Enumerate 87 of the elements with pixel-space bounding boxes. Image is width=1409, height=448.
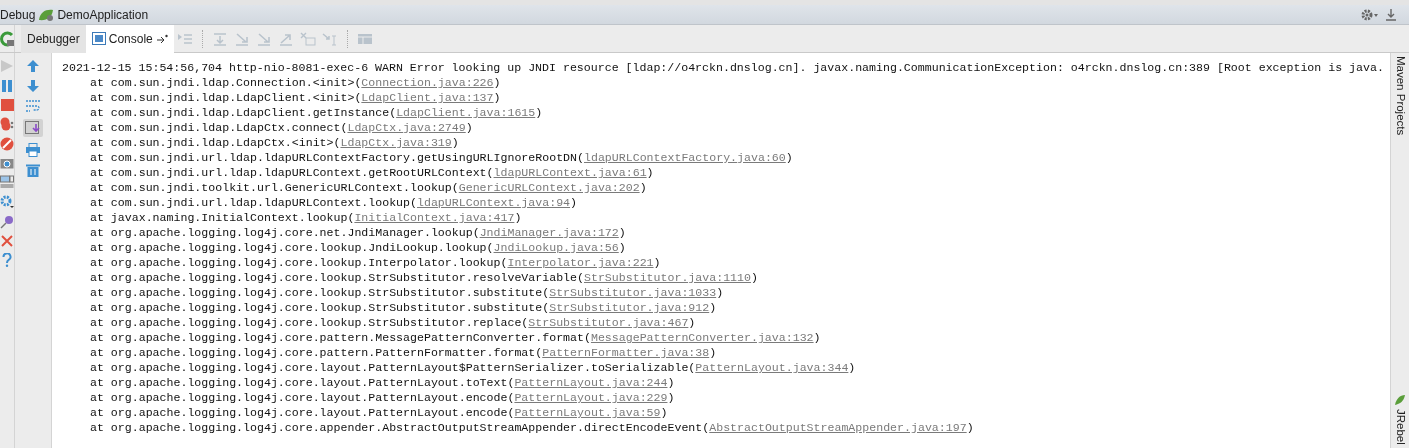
source-link[interactable]: StrSubstitutor.java:1110	[584, 271, 751, 284]
source-link[interactable]: LdapCtx.java:2749	[347, 121, 466, 134]
down-arrow-icon[interactable]	[26, 79, 40, 93]
force-step-icon	[255, 31, 272, 46]
console-line: at com.sun.jndi.url.ldap.ldapURLContextFactory.getUsingURLIgnoreRootDN(ldapURLContextFactory.java:60)	[89, 150, 794, 165]
console-line: at org.apache.logging.log4j.core.pattern.MessagePatternConverter.format(MessagePatternConverter.java:132)	[89, 330, 822, 345]
tab[interactable]: Console	[85, 24, 174, 53]
console-line: at com.sun.jndi.ldap.Connection.<init>(Connection.java:226)	[89, 75, 502, 90]
source-link[interactable]: StrSubstitutor.java:467	[528, 316, 689, 329]
console-line: at org.apache.logging.log4j.core.layout.PatternLayout.encode(PatternLayout.java:229)	[89, 390, 676, 405]
console-line: at org.apache.logging.log4j.core.lookup.Interpolator.lookup(Interpolator.java:221)	[89, 255, 662, 270]
console-icon	[91, 32, 106, 45]
layout-icon[interactable]	[0, 175, 14, 189]
pause-icon[interactable]	[1, 79, 13, 93]
soft-wrap-icon[interactable]	[25, 99, 41, 113]
console-line: at javax.naming.InitialContext.lookup(InitialContext.java:417)	[89, 210, 523, 225]
console-line: at org.apache.logging.log4j.core.pattern.PatternFormatter.format(PatternFormatter.java:38)	[89, 345, 718, 360]
source-link[interactable]: MessagePatternConverter.java:132	[590, 331, 814, 344]
source-link[interactable]: ldapURLContext.java:94	[417, 196, 571, 209]
console-line: at org.apache.logging.log4j.core.appender.AbstractOutputStreamAppender.directEncodeEvent(AbstractOutputStreamAppender.java:197)	[89, 420, 975, 435]
breakpoints-icon[interactable]	[0, 117, 14, 131]
camera-icon[interactable]	[0, 157, 14, 169]
console-line: at org.apache.logging.log4j.core.lookup.StrSubstitutor.substitute(StrSubstitutor.java:1033)	[89, 285, 725, 300]
console-line: at com.sun.jndi.ldap.LdapClient.<init>(LdapClient.java:137)	[89, 90, 502, 105]
source-link[interactable]: LdapCtx.java:319	[340, 136, 452, 149]
settings-icon[interactable]	[0, 195, 14, 209]
console-line: at com.sun.jndi.ldap.LdapClient.getInstance(LdapClient.java:1615)	[89, 105, 544, 120]
tab[interactable]: Debugger	[21, 24, 86, 53]
source-link[interactable]: PatternLayout.java:229	[514, 391, 668, 404]
console-line: at org.apache.logging.log4j.core.layout.PatternLayout.toText(PatternLayout.java:244)	[89, 375, 676, 390]
source-link[interactable]: StrSubstitutor.java:912	[549, 301, 710, 314]
console-line: at org.apache.logging.log4j.core.lookup.StrSubstitutor.substitute(StrSubstitutor.java:912)	[89, 300, 718, 315]
pin-arrow-icon	[155, 33, 168, 44]
source-link[interactable]: PatternFormatter.java:38	[542, 346, 710, 359]
source-link[interactable]: LdapClient.java:1615	[396, 106, 536, 119]
grid-icon	[356, 31, 373, 46]
tool-window-tab[interactable]: JRebel	[1391, 409, 1409, 445]
close-icon[interactable]	[1, 235, 13, 247]
stop-icon[interactable]	[0, 99, 14, 111]
drop-frame-icon	[299, 31, 316, 46]
jrebel-icon	[1394, 394, 1406, 407]
printer-icon[interactable]	[26, 143, 40, 157]
source-link[interactable]: JndiManager.java:172	[479, 226, 619, 239]
tool-window-tab[interactable]: Maven Projects	[1391, 56, 1409, 136]
source-link[interactable]: PatternLayout.java:344	[695, 361, 849, 374]
scroll-end-icon	[25, 121, 41, 135]
rerun-icon[interactable]	[0, 30, 14, 47]
scroll-to-end-button[interactable]	[23, 119, 43, 137]
settings-icon[interactable]	[1361, 7, 1379, 22]
source-link[interactable]: StrSubstitutor.java:1033	[549, 286, 717, 299]
run-to-cursor-icon	[321, 31, 338, 46]
console-line: at org.apache.logging.log4j.core.lookup.StrSubstitutor.resolveVariable(StrSubstitutor.java:1110)	[89, 270, 759, 285]
source-link[interactable]: GenericURLContext.java:202	[458, 181, 640, 194]
source-link[interactable]: LdapClient.java:137	[361, 91, 494, 104]
download-icon[interactable]	[1385, 7, 1397, 22]
window-title: Debug	[0, 6, 36, 24]
source-link[interactable]: JndiLookup.java:56	[493, 241, 619, 254]
pin-icon[interactable]	[0, 215, 14, 229]
step-over-icon	[211, 31, 228, 46]
list-icon	[176, 31, 193, 46]
console-line: at org.apache.logging.log4j.core.layout.PatternLayout$PatternSerializer.toSerializable(PatternLayout.java:344)	[89, 360, 857, 375]
console-line: at org.apache.logging.log4j.core.net.JndiManager.lookup(JndiManager.java:172)	[89, 225, 627, 240]
source-link[interactable]: Connection.java:226	[361, 76, 494, 89]
step-out-icon	[277, 31, 294, 46]
source-link[interactable]: PatternLayout.java:244	[514, 376, 668, 389]
source-link[interactable]: ldapURLContextFactory.java:60	[584, 151, 786, 164]
console-line: at com.sun.jndi.url.ldap.ldapURLContext.lookup(ldapURLContext.java:94)	[89, 195, 579, 210]
console-line: at org.apache.logging.log4j.core.layout.PatternLayout.encode(PatternLayout.java:59)	[89, 405, 669, 420]
source-link[interactable]: PatternLayout.java:59	[514, 406, 661, 419]
run-config-name: DemoApplication	[57, 6, 149, 24]
source-link[interactable]: InitialContext.java:417	[354, 211, 515, 224]
leaf-icon	[38, 7, 55, 22]
up-arrow-icon[interactable]	[26, 59, 40, 73]
console-line: at org.apache.logging.log4j.core.lookup.JndiLookup.lookup(JndiLookup.java:56)	[89, 240, 627, 255]
step-into-icon	[233, 31, 250, 46]
console-line: at com.sun.jndi.toolkit.url.GenericURLContext.lookup(GenericURLContext.java:202)	[89, 180, 648, 195]
trash-icon[interactable]	[26, 163, 40, 177]
help-icon[interactable]	[2, 253, 12, 267]
console-line: at com.sun.jndi.url.ldap.ldapURLContext.getRootURLContext(ldapURLContext.java:61)	[89, 165, 655, 180]
mute-breakpoints-icon[interactable]	[0, 137, 14, 151]
console-line: at com.sun.jndi.ldap.LdapCtx.connect(LdapCtx.java:2749)	[89, 120, 474, 135]
console-line: at org.apache.logging.log4j.core.lookup.StrSubstitutor.replace(StrSubstitutor.java:467)	[89, 315, 697, 330]
console-line: 2021-12-15 15:54:56,704 http-nio-8081-exec-6 WARN Error looking up JNDI resource [ldap://o4rckn.dnslog.cn]. javax.naming.CommunicationException: o4rckn.dnslog.cn:389 [Root exception is java.	[62, 60, 1385, 75]
source-link[interactable]: AbstractOutputStreamAppender.java:197	[709, 421, 967, 434]
console-line: at com.sun.jndi.ldap.LdapCtx.<init>(LdapCtx.java:319)	[89, 135, 460, 150]
source-link[interactable]: ldapURLContext.java:61	[493, 166, 647, 179]
source-link[interactable]: Interpolator.java:221	[507, 256, 654, 269]
